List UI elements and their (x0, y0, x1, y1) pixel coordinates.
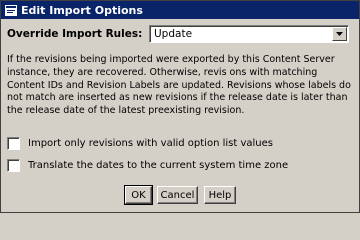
translate-dates-checkbox[interactable] (7, 159, 20, 172)
edit-import-options-dialog: Edit Import Options Override Import Rule… (0, 0, 360, 213)
app-window-icon (4, 4, 17, 16)
override-rules-label: Override Import Rules: (7, 28, 143, 40)
cancel-button[interactable]: Cancel (157, 186, 198, 204)
valid-list-values-checkbox[interactable] (7, 137, 20, 150)
override-rules-value: Update (154, 28, 193, 40)
option-translate-dates[interactable]: Translate the dates to the current syste… (7, 159, 288, 172)
window-title: Edit Import Options (21, 3, 143, 17)
override-rules-select[interactable]: Update (149, 25, 349, 43)
translate-dates-label: Translate the dates to the current syste… (28, 160, 289, 171)
option-valid-list-values[interactable]: Import only revisions with valid option … (7, 137, 273, 150)
import-rules-description: If the revisions being imported were exp… (7, 54, 351, 117)
dropdown-button[interactable] (332, 27, 347, 41)
chevron-down-icon (336, 32, 343, 36)
valid-list-values-label: Import only revisions with valid option … (28, 138, 273, 149)
help-button[interactable]: Help (204, 186, 236, 204)
ok-button[interactable]: OK (124, 185, 153, 205)
title-bar[interactable]: Edit Import Options (1, 1, 359, 19)
